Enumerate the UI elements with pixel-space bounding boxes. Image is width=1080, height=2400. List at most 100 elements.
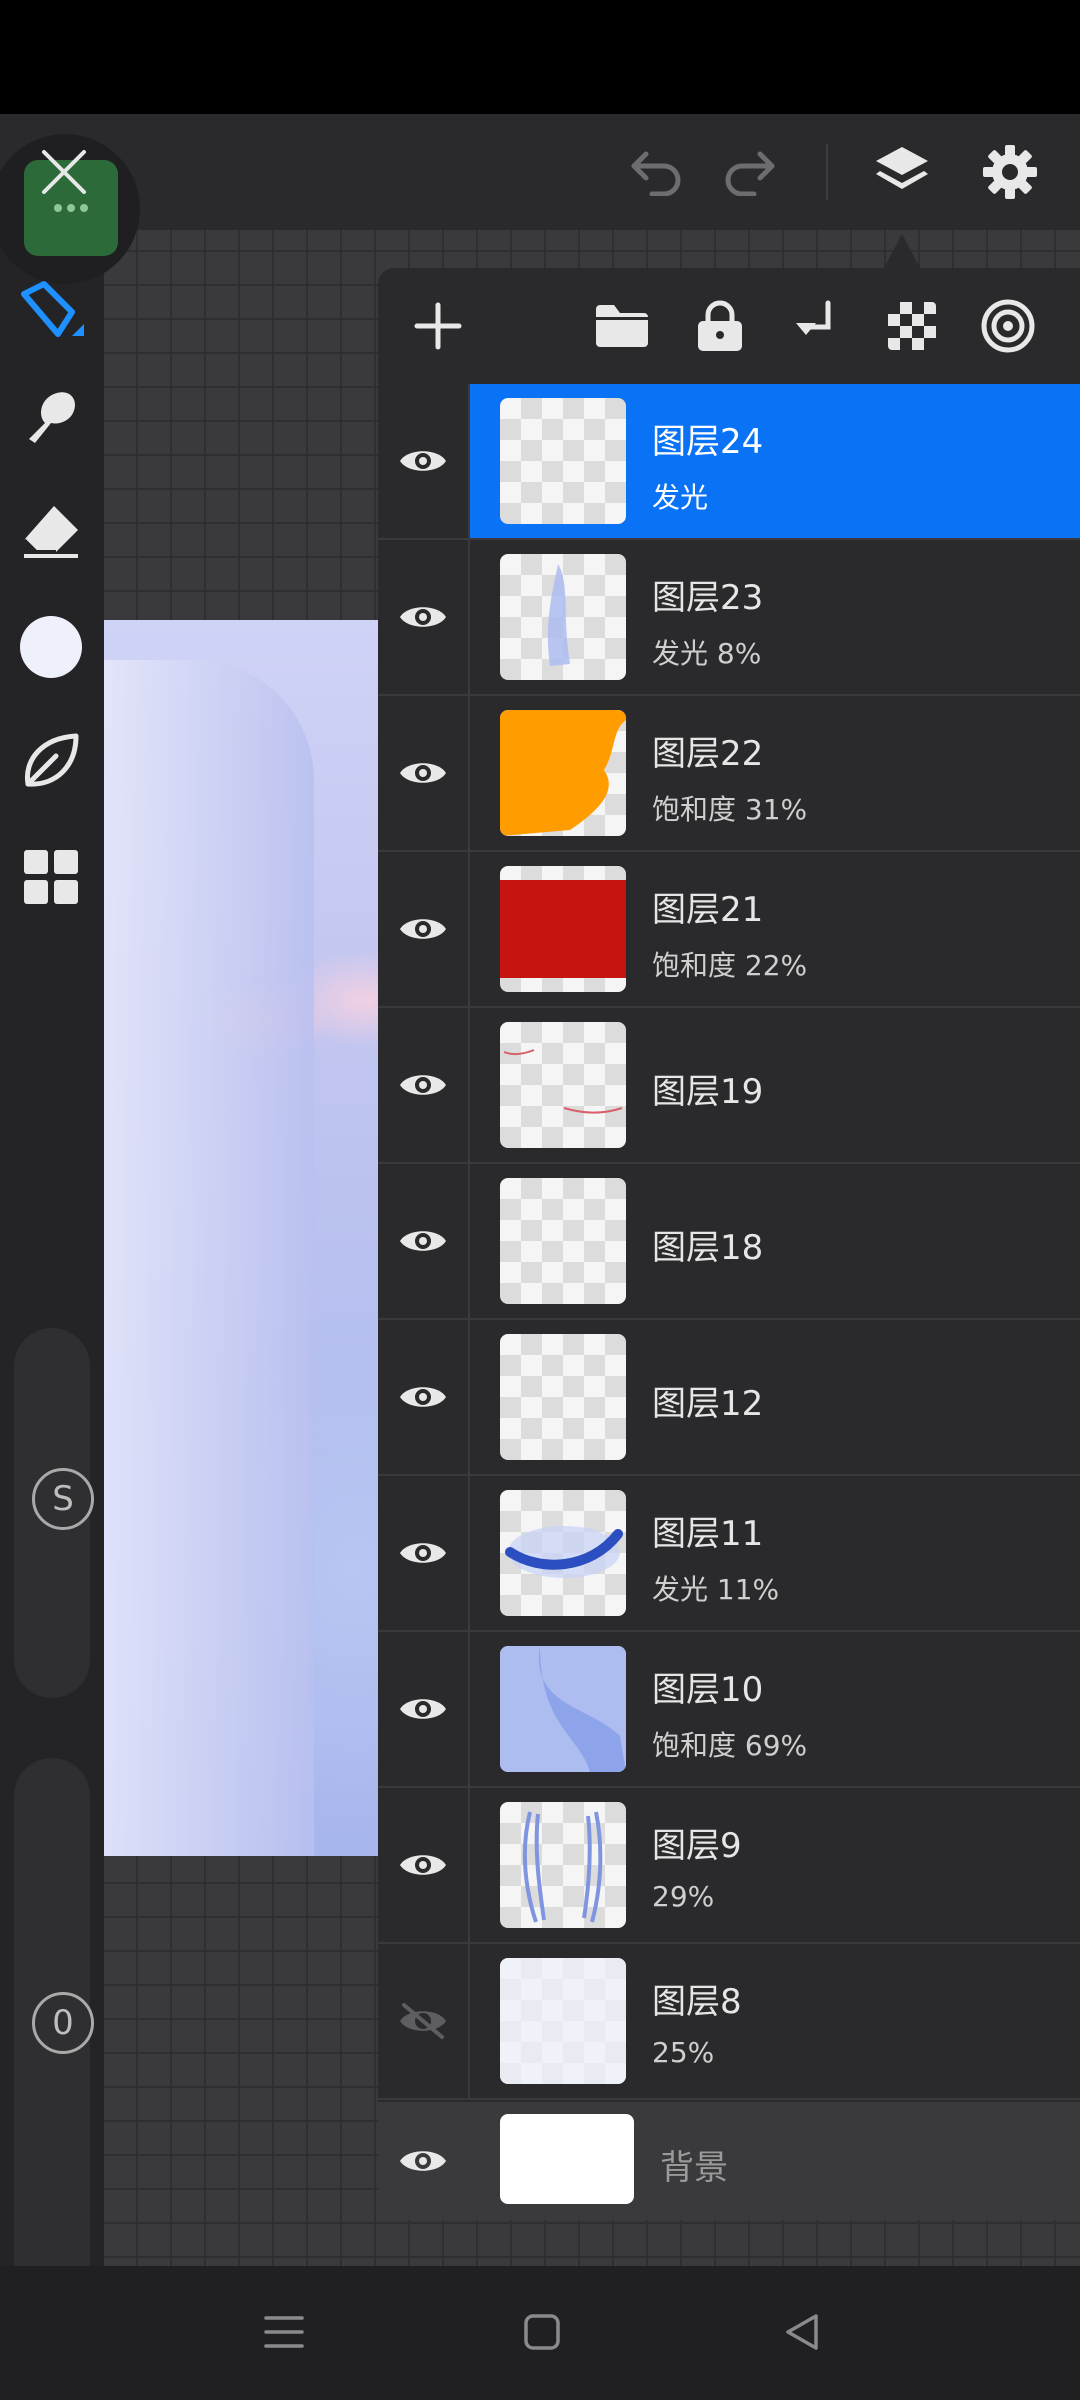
layer-blend-info: 发光 11% [652,1573,780,1606]
toolbar-divider [826,144,828,200]
layer-thumbnail [500,1334,626,1460]
brush-size-slider[interactable]: S [14,1328,94,1698]
color-swatch[interactable] [16,612,86,682]
layer-row[interactable]: 图层21 饱和度 22% [378,852,1080,1008]
layer-row[interactable]: 图层11 发光 11% [378,1476,1080,1632]
layer-main[interactable]: 图层21 饱和度 22% [470,852,1080,1006]
layer-thumbnail [500,1802,626,1928]
layer-main[interactable]: 图层10 饱和度 69% [470,1632,1080,1786]
layer-row[interactable]: 图层24 发光 [378,384,1080,540]
transparency-icon[interactable] [882,296,942,356]
folder-icon[interactable] [592,296,652,356]
layer-name: 图层11 [652,1514,764,1554]
visibility-eye-icon[interactable] [378,852,470,1006]
effect-icon[interactable] [978,296,1038,356]
pen-icon[interactable] [16,276,86,346]
smudge-icon[interactable] [16,382,86,452]
layer-name: 图层10 [652,1670,764,1710]
layer-name: 图层8 [652,1982,742,2022]
close-icon[interactable] [38,146,90,198]
size-knob[interactable]: S [32,1468,94,1530]
merge-down-icon[interactable] [786,296,846,356]
layer-row[interactable]: 图层19 [378,1008,1080,1164]
visibility-eye-icon[interactable] [378,1788,470,1942]
layer-thumbnail [500,1022,626,1148]
grid-icon[interactable] [16,842,86,912]
layer-blend-info: 发光 8% [652,637,762,670]
visibility-eye-icon[interactable] [378,540,470,694]
layer-blend-info: 饱和度 69% [652,1729,808,1762]
visibility-eye-icon[interactable] [378,1320,470,1474]
eraser-icon[interactable] [16,496,86,566]
top-toolbar [0,114,1080,230]
layer-name: 图层18 [652,1228,764,1268]
layer-blend-info: 29% [652,1880,715,1913]
layer-row[interactable]: 图层12 [378,1320,1080,1476]
menu-icon[interactable] [252,2300,316,2364]
layer-row[interactable]: 图层18 [378,1164,1080,1320]
background-label: 背景 [660,2148,728,2188]
gear-icon[interactable] [980,142,1040,202]
layer-main[interactable]: 图层18 [470,1164,1080,1318]
visibility-eye-icon[interactable] [378,696,470,850]
layer-thumbnail [500,866,626,992]
hidden-eye-icon[interactable] [378,1944,470,2098]
left-toolbar: S 0 [0,230,104,2354]
layer-main[interactable]: 图层8 25% [470,1944,1080,2098]
layer-main[interactable]: 图层9 29% [470,1788,1080,1942]
layer-main[interactable]: 图层19 [470,1008,1080,1162]
layer-blend-info: 25% [652,2036,715,2069]
visibility-eye-icon[interactable] [378,1476,470,1630]
layer-thumbnail [500,1490,626,1616]
layer-name: 图层9 [652,1826,742,1866]
layer-name: 图层12 [652,1384,764,1424]
undo-icon[interactable] [626,142,686,202]
artwork-hair [104,660,314,1856]
layer-main[interactable]: 图层12 [470,1320,1080,1474]
status-bar [0,0,1080,114]
layer-blend-info: 饱和度 31% [652,793,808,826]
visibility-eye-icon[interactable] [378,2102,468,2220]
layer-main[interactable]: 图层23 发光 8% [470,540,1080,694]
back-icon[interactable] [770,2300,834,2364]
layer-name: 图层24 [652,422,764,462]
home-icon[interactable] [510,2300,574,2364]
visibility-eye-icon[interactable] [378,384,470,538]
opacity-knob[interactable]: 0 [32,1992,94,2054]
background-thumbnail [500,2114,634,2204]
layer-row[interactable]: 图层9 29% [378,1788,1080,1944]
layers-toolbar [378,268,1080,384]
redo-icon[interactable] [720,142,780,202]
layer-row[interactable]: 图层10 饱和度 69% [378,1632,1080,1788]
layer-row[interactable]: 图层23 发光 8% [378,540,1080,696]
visibility-eye-icon[interactable] [378,1632,470,1786]
layer-main[interactable]: 图层24 发光 [470,384,1080,538]
layers-icon[interactable] [872,142,932,202]
add-icon[interactable] [408,296,468,356]
layer-main[interactable]: 图层22 饱和度 31% [470,696,1080,850]
layer-name: 图层23 [652,578,764,618]
layer-thumbnail [500,554,626,680]
system-navbar [0,2266,1080,2400]
layer-thumbnail [500,1958,626,2084]
lock-icon[interactable] [690,296,750,356]
layer-name: 图层19 [652,1072,764,1112]
layer-row[interactable]: 图层22 饱和度 31% [378,696,1080,852]
visibility-eye-icon[interactable] [378,1008,470,1162]
layer-thumbnail [500,398,626,524]
visibility-eye-icon[interactable] [378,1164,470,1318]
layer-row[interactable]: 图层8 25% [378,1944,1080,2100]
layers-panel: 图层24 发光 图层23 发光 8% 图层22 饱和度 31% 图层21 饱和度… [378,268,1080,2220]
layer-blend-info: 饱和度 22% [652,949,808,982]
leaf-brush-icon[interactable] [16,726,86,796]
opacity-slider[interactable]: 0 [14,1758,94,2354]
layer-thumbnail [500,710,626,836]
layer-blend-info: 发光 [652,481,709,514]
layer-thumbnail [500,1178,626,1304]
layer-main[interactable]: 图层11 发光 11% [470,1476,1080,1630]
panel-pointer [884,234,920,268]
layer-thumbnail [500,1646,626,1772]
background-layer-row[interactable]: 背景 [378,2102,1080,2220]
layer-name: 图层21 [652,890,764,930]
layer-name: 图层22 [652,734,764,774]
